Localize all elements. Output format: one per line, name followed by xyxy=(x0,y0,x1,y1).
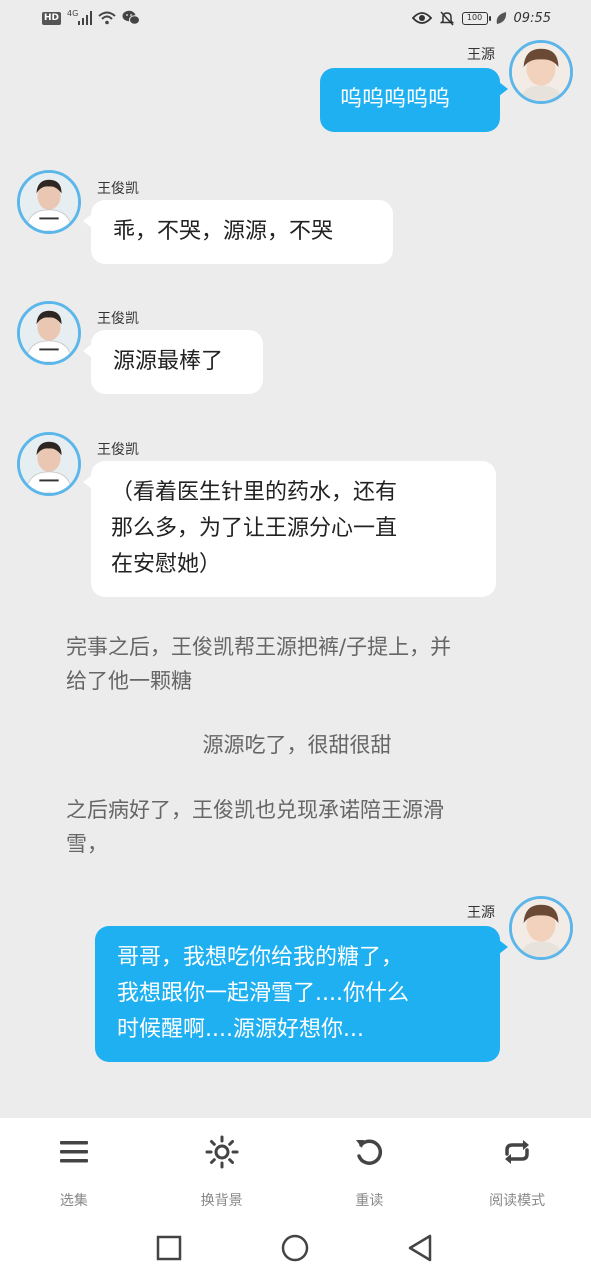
narration-line: 给了他一颗糖 xyxy=(66,669,192,693)
clock: 09:55 xyxy=(513,10,551,26)
message-bubble[interactable]: （看着医生针里的药水，还有 那么多，为了让王源分心一直 在安慰她） xyxy=(83,461,496,597)
reading-mode-label: 阅读模式 xyxy=(489,1193,546,1209)
message-text: 乖，不哭，源源，不哭 xyxy=(113,219,334,244)
chat-story-screen: HD 4G 100 09:55 王源 呜呜呜呜呜 王俊凯 乖，不哭，源源，不哭 … xyxy=(0,0,591,1280)
avatar-wangjunkai[interactable] xyxy=(17,432,81,496)
narration-line: 完事之后，王俊凯帮王源把裤/子提上，并 xyxy=(66,635,452,659)
message-line: 那么多，为了让王源分心一直 xyxy=(111,516,398,541)
system-nav-bar xyxy=(0,1214,591,1280)
wechat-icon xyxy=(122,10,141,25)
narration-block: 完事之后，王俊凯帮王源把裤/子提上，并 给了他一颗糖 xyxy=(66,630,528,698)
select-episode-label: 选集 xyxy=(59,1193,88,1209)
reread-button[interactable]: 重读 xyxy=(309,1118,429,1210)
message-line: （看着医生针里的药水，还有 xyxy=(111,480,398,505)
home-icon[interactable] xyxy=(279,1232,311,1264)
avatar-wangjunkai[interactable] xyxy=(17,170,81,234)
battery-icon: 100 xyxy=(461,11,491,25)
message-bubble[interactable]: 乖，不哭，源源，不哭 xyxy=(83,200,393,264)
recent-apps-icon[interactable] xyxy=(153,1232,185,1264)
speaker-name: 王俊凯 xyxy=(97,181,139,197)
message-line: 哥哥，我想吃你给我的糖了， xyxy=(117,945,404,970)
leaf-icon xyxy=(496,12,506,24)
change-background-label: 换背景 xyxy=(200,1193,243,1209)
menu-icon xyxy=(59,1141,88,1163)
narration-block: 之后病好了，王俊凯也兑现承诺陪王源滑 雪， xyxy=(66,793,528,861)
select-episode-button[interactable]: 选集 xyxy=(14,1118,134,1210)
message-text: 源源最棒了 xyxy=(113,349,224,374)
replay-icon xyxy=(356,1139,383,1165)
back-icon[interactable] xyxy=(404,1232,436,1264)
avatar-wangjunkai-image xyxy=(20,435,78,493)
message-bubble[interactable]: 哥哥，我想吃你给我的糖了， 我想跟你一起滑雪了....你什么 时候醒啊....源… xyxy=(95,926,508,1062)
hd-badge: HD xyxy=(42,11,62,25)
speaker-name: 王源 xyxy=(467,47,495,63)
message-text: 呜呜呜呜呜 xyxy=(340,87,451,112)
battery-level: 100 xyxy=(466,12,483,22)
avatar-wangyuan[interactable] xyxy=(509,40,573,104)
speaker-name: 王俊凯 xyxy=(97,311,139,327)
avatar-wangjunkai-image xyxy=(20,304,78,362)
mute-bell-icon xyxy=(439,11,454,26)
brightness-icon xyxy=(205,1135,239,1169)
avatar-wangyuan[interactable] xyxy=(509,896,573,960)
network-type: 4G xyxy=(67,8,79,18)
narration-line: 雪， xyxy=(66,832,108,856)
message-line: 在安慰她） xyxy=(111,552,222,577)
avatar-wangyuan-image xyxy=(512,899,570,957)
narration-block: 源源吃了，很甜很甜 xyxy=(66,728,528,762)
narration-line: 之后病好了，王俊凯也兑现承诺陪王源滑 xyxy=(66,798,444,822)
signal-icon xyxy=(78,11,93,25)
reread-label: 重读 xyxy=(355,1193,384,1209)
avatar-wangjunkai-image xyxy=(20,173,78,231)
repeat-icon xyxy=(505,1140,530,1164)
change-background-button[interactable]: 换背景 xyxy=(162,1118,282,1210)
bottom-toolbar: 选集 换背景 重读 阅读模式 xyxy=(0,1118,591,1214)
speaker-name: 王源 xyxy=(467,905,495,921)
message-line: 我想跟你一起滑雪了....你什么 xyxy=(117,981,409,1006)
speaker-name: 王俊凯 xyxy=(97,442,139,458)
eye-icon xyxy=(411,12,432,24)
avatar-wangyuan-image xyxy=(512,43,570,101)
message-bubble[interactable]: 呜呜呜呜呜 xyxy=(320,68,508,132)
status-bar: HD 4G 100 09:55 xyxy=(0,0,591,40)
message-line: 时候醒啊....源源好想你... xyxy=(117,1017,364,1042)
avatar-wangjunkai[interactable] xyxy=(17,301,81,365)
message-bubble[interactable]: 源源最棒了 xyxy=(83,330,263,394)
narration-line: 源源吃了，很甜很甜 xyxy=(202,733,392,757)
wifi-icon xyxy=(98,11,116,25)
reading-mode-button[interactable]: 阅读模式 xyxy=(457,1118,577,1210)
